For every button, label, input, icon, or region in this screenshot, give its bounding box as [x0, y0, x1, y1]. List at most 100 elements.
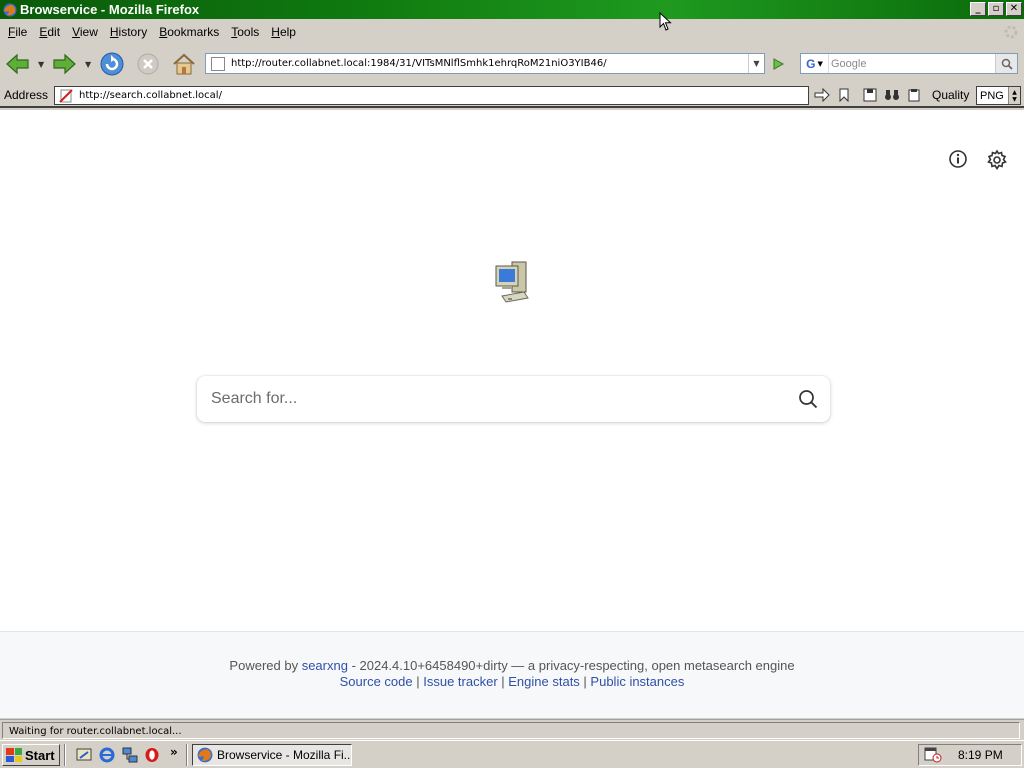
quality-label: Quality [932, 88, 970, 102]
reload-icon [100, 52, 124, 76]
menu-view[interactable]: View [66, 25, 104, 39]
maximize-button[interactable]: ▫ [988, 2, 1004, 16]
home-button[interactable] [170, 50, 198, 78]
url-text: http://router.collabnet.local:1984/31/VI… [231, 58, 607, 69]
footer-separator: | [497, 674, 509, 689]
search-engine-button[interactable] [995, 54, 1017, 73]
status-panel: Waiting for router.collabnet.local... [2, 722, 1020, 739]
back-icon [6, 53, 29, 75]
menu-history[interactable]: History [104, 25, 153, 39]
taskbar-window-label: Browservice - Mozilla Fi... [217, 748, 352, 762]
mouse-cursor-icon [659, 11, 673, 32]
arrow-right-icon [814, 88, 830, 102]
go-icon [773, 58, 785, 70]
maximize-icon: ▫ [992, 3, 1000, 14]
firefox-icon [2, 2, 18, 18]
url-bar[interactable]: http://router.collabnet.local:1984/31/VI… [205, 53, 765, 74]
show-desktop-icon[interactable] [76, 747, 92, 763]
clipboard-button[interactable] [905, 86, 923, 104]
save-page-button[interactable] [861, 86, 879, 104]
search-box [197, 376, 830, 422]
footer: Powered by searxng - 2024.4.10+6458490+d… [0, 631, 1024, 718]
address-bar: Address http://search.collabnet.local/ Q… [0, 83, 1024, 108]
menu-bar: File Edit View History Bookmarks Tools H… [0, 20, 1024, 43]
binoculars-icon [885, 90, 899, 100]
scheduler-icon[interactable] [924, 747, 942, 763]
start-button[interactable]: Start [2, 744, 60, 766]
opera-icon[interactable] [144, 747, 160, 763]
info-icon[interactable] [948, 149, 968, 169]
computer-logo [490, 258, 534, 308]
search-input[interactable] [197, 379, 786, 419]
engine-stats-link[interactable]: Engine stats [508, 674, 580, 689]
search-button[interactable] [786, 377, 830, 421]
menu-history-label: istory [118, 24, 148, 39]
bookmark-button[interactable] [835, 86, 853, 104]
address-field[interactable]: http://search.collabnet.local/ [54, 86, 809, 105]
search-engine-box[interactable]: G ▼ Google [800, 53, 1018, 74]
public-instances-link[interactable]: Public instances [590, 674, 684, 689]
menu-tools[interactable]: Tools [225, 25, 265, 39]
window-title-bar[interactable]: Browservice - Mozilla Firefox _ ▫ ✕ [0, 0, 1024, 19]
magnifier-icon [1001, 58, 1013, 70]
menu-help-accel: H [271, 24, 280, 39]
home-icon [173, 53, 195, 75]
clock: 8:19 PM [958, 748, 1003, 762]
network-icon[interactable] [122, 747, 138, 763]
close-button[interactable]: ✕ [1006, 2, 1022, 16]
menu-help[interactable]: Help [265, 25, 302, 39]
firefox-icon [197, 747, 213, 763]
back-button[interactable] [4, 50, 32, 78]
navigate-button[interactable] [813, 86, 831, 104]
google-icon: G [806, 56, 816, 71]
forward-history-dropdown[interactable]: ▼ [85, 60, 93, 69]
clipboard-icon [908, 89, 920, 102]
back-history-dropdown[interactable]: ▼ [38, 60, 46, 69]
taskbar-separator [64, 744, 66, 766]
close-icon: ✕ [1009, 3, 1019, 14]
reload-button[interactable] [98, 50, 126, 78]
system-tray: 8:19 PM [918, 744, 1022, 766]
page-icon [211, 56, 225, 71]
address-url: http://search.collabnet.local/ [79, 90, 222, 101]
menu-bookmarks[interactable]: Bookmarks [153, 25, 225, 39]
menu-file[interactable]: File [2, 25, 33, 39]
insecure-page-icon [59, 88, 73, 103]
internet-explorer-icon[interactable] [99, 747, 115, 763]
start-label: Start [25, 747, 55, 763]
bookmark-icon [839, 88, 849, 102]
windows-flag-icon [6, 748, 22, 762]
footer-version: - 2024.4.10+6458490+dirty — a privacy-re… [347, 658, 795, 673]
settings-icon[interactable] [986, 149, 1008, 171]
search-engine-selector[interactable]: G ▼ [801, 54, 829, 73]
forward-icon [53, 53, 76, 75]
footer-powered-line: Powered by searxng - 2024.4.10+6458490+d… [0, 658, 1024, 673]
url-history-dropdown[interactable]: ▼ [748, 54, 764, 73]
issue-tracker-link[interactable]: Issue tracker [423, 674, 497, 689]
footer-powered-by: Powered by [229, 658, 299, 673]
minimize-button[interactable]: _ [970, 2, 986, 16]
stop-button[interactable] [134, 50, 162, 78]
footer-separator: | [412, 674, 424, 689]
menu-edit-label: dit [47, 24, 61, 39]
page-content: Powered by searxng - 2024.4.10+6458490+d… [0, 110, 1024, 718]
search-engine-input[interactable]: Google [831, 58, 995, 70]
find-button[interactable] [883, 86, 901, 104]
menu-bookmarks-label: ookmarks [167, 24, 220, 39]
source-code-link[interactable]: Source code [340, 674, 413, 689]
forward-button[interactable] [50, 50, 78, 78]
searxng-link[interactable]: searxng [302, 658, 348, 673]
menu-edit[interactable]: Edit [33, 25, 66, 39]
taskbar: Start » Browservice - Mozilla Fi... 8:19… [0, 740, 1024, 768]
address-label: Address [4, 88, 49, 102]
quicklaunch-more-icon[interactable]: » [170, 745, 178, 759]
go-button[interactable] [768, 55, 788, 73]
window-title: Browservice - Mozilla Firefox [20, 2, 200, 17]
minimize-icon: _ [975, 3, 981, 14]
taskbar-window-firefox[interactable]: Browservice - Mozilla Fi... [192, 744, 352, 766]
save-icon [863, 88, 877, 102]
quality-spinner[interactable]: ▲ ▼ [1008, 87, 1020, 104]
menu-help-label: elp [279, 24, 296, 39]
menu-file-label: ile [15, 24, 28, 39]
quality-select[interactable]: PNG ▲ ▼ [976, 86, 1021, 105]
